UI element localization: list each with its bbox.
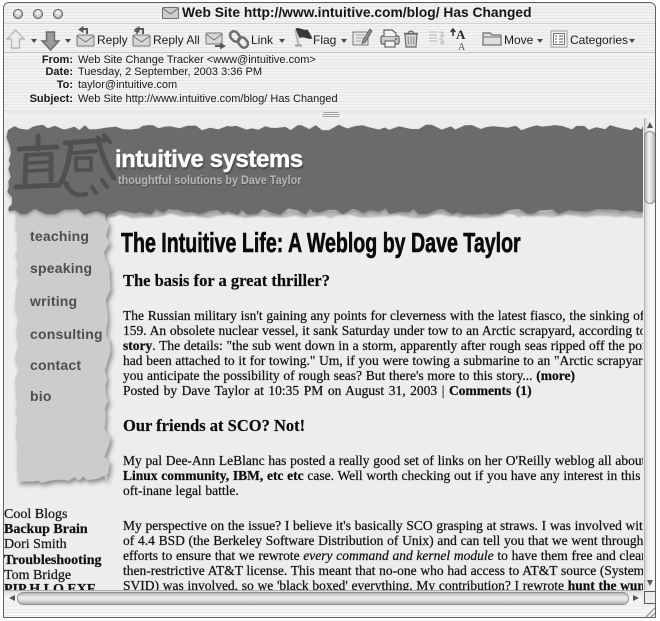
svg-text:A: A: [458, 42, 466, 53]
svg-text:A: A: [456, 27, 466, 42]
